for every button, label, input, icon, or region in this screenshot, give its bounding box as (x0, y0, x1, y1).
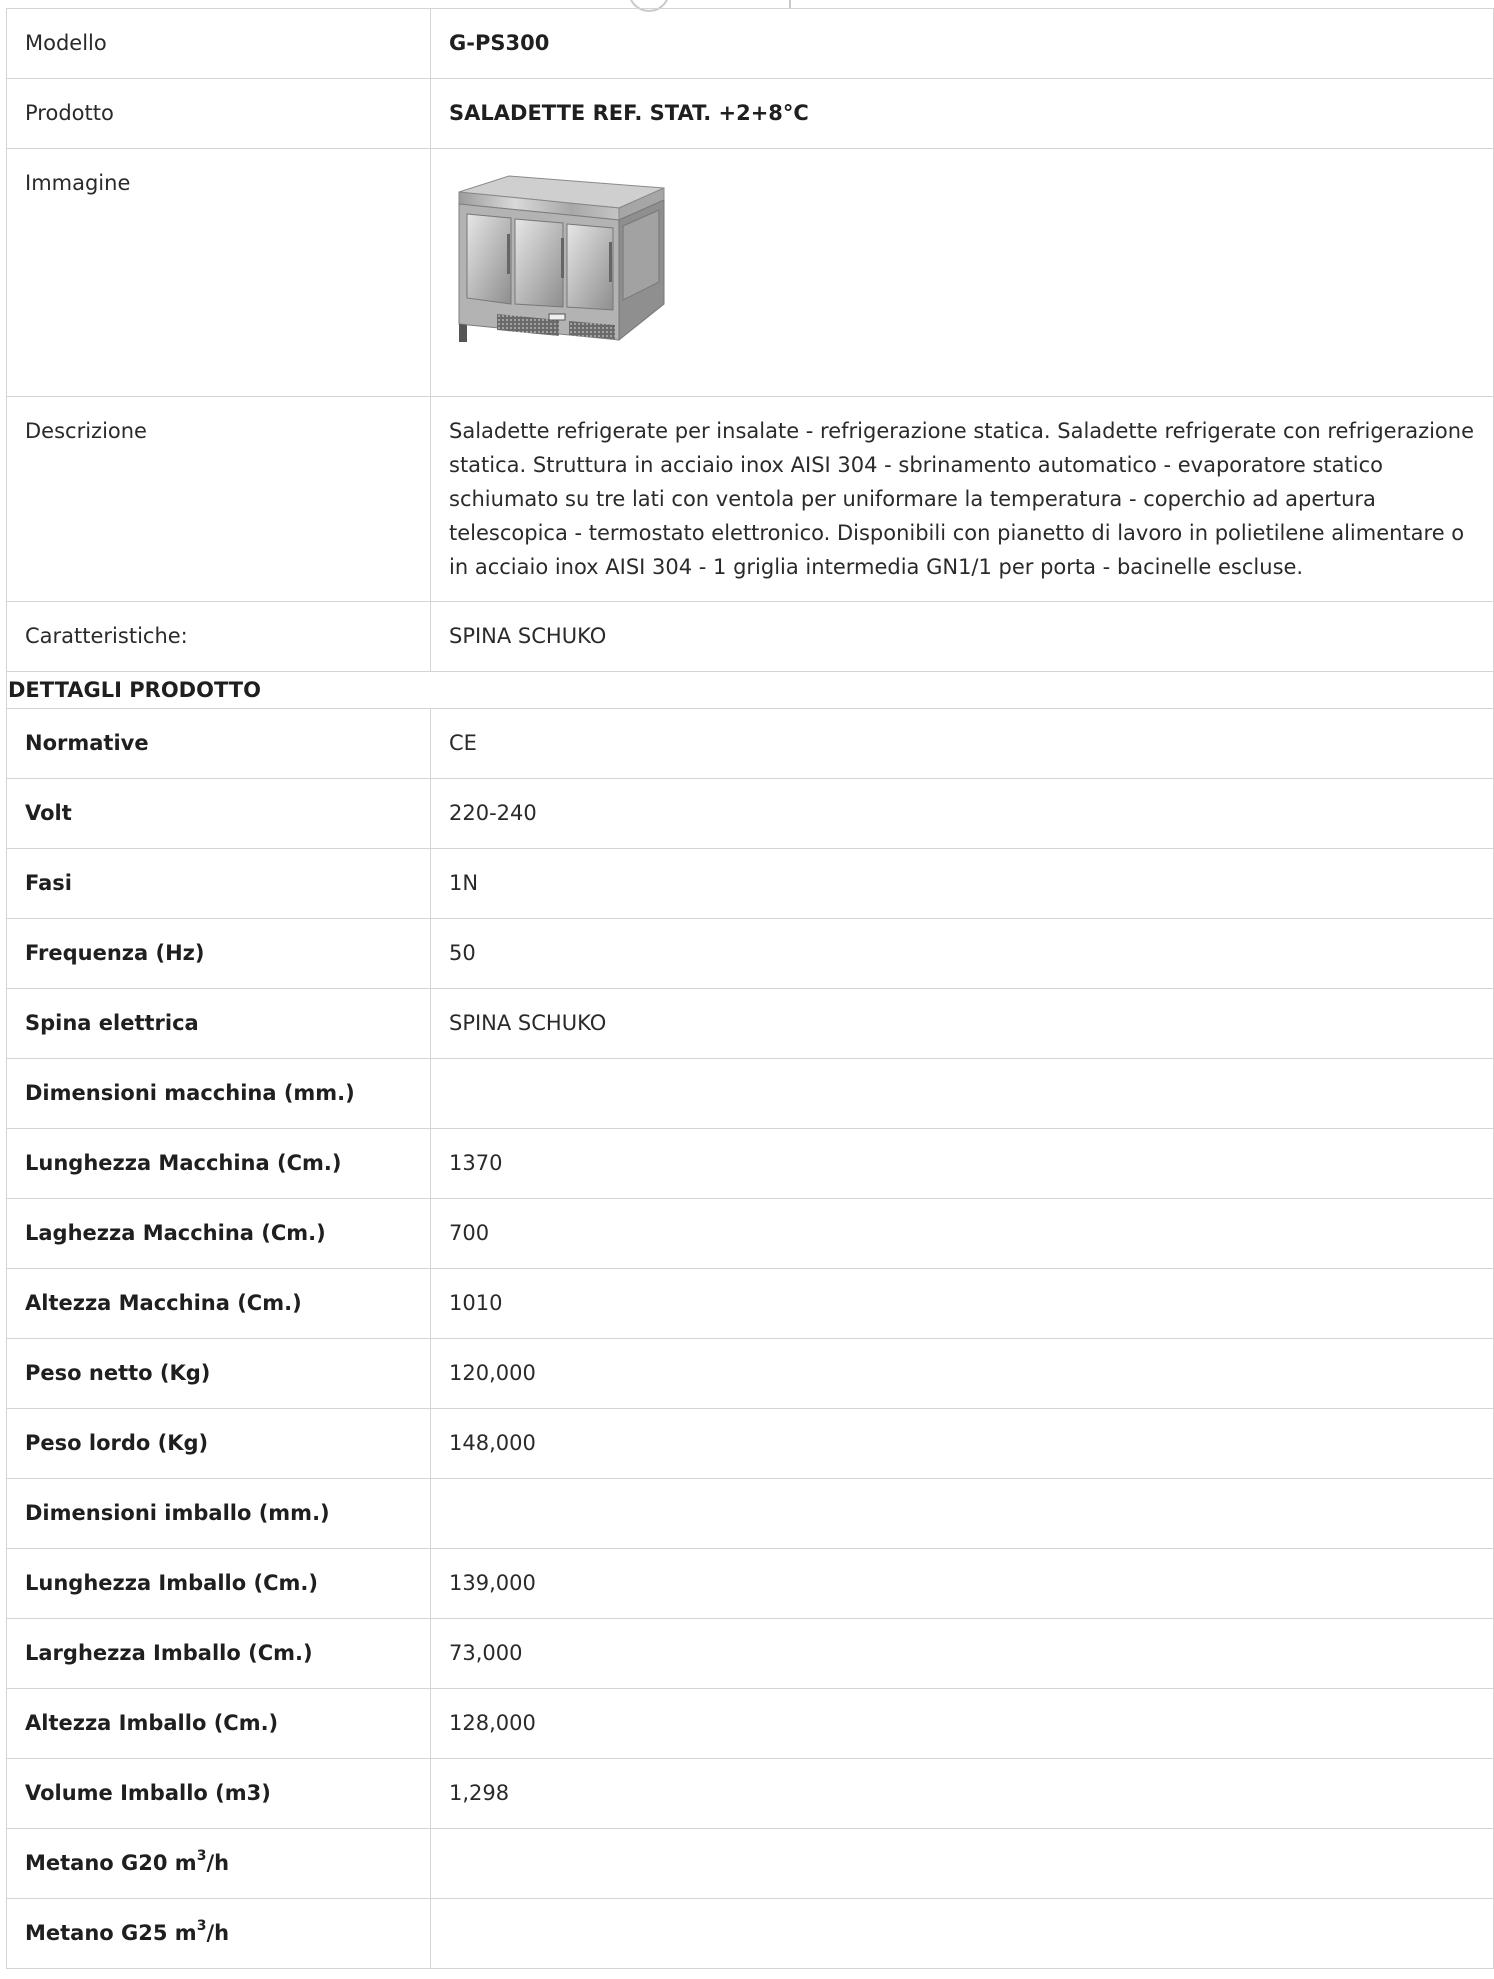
gas-value (430, 1898, 1494, 1969)
detail-label: Lunghezza Imballo (Cm.) (6, 1548, 431, 1619)
features-value: SPINA SCHUKO (430, 601, 1494, 672)
detail-label: Dimensioni imballo (mm.) (6, 1478, 431, 1549)
detail-label: Frequenza (Hz) (6, 918, 431, 989)
detail-value: 1010 (430, 1268, 1494, 1339)
detail-value: 700 (430, 1198, 1494, 1269)
product-value: SALADETTE REF. STAT. +2+8°C (430, 78, 1494, 149)
gas-value (430, 1828, 1494, 1899)
detail-label: Fasi (6, 848, 431, 919)
model-value: G-PS300 (430, 8, 1494, 79)
detail-value: 73,000 (430, 1618, 1494, 1689)
table-row: Peso lordo (Kg) 148,000 (6, 1408, 1494, 1479)
table-row: Altezza Imballo (Cm.) 128,000 (6, 1688, 1494, 1759)
detail-label: Peso lordo (Kg) (6, 1408, 431, 1479)
table-row: DETTAGLI PRODOTTO (6, 671, 1494, 709)
table-row: Normative CE (6, 708, 1494, 779)
image-label: Immagine (6, 148, 431, 397)
gas-label: Metano G25 m3/h (6, 1898, 431, 1969)
detail-value: 1370 (430, 1128, 1494, 1199)
detail-rows: Normative CE Volt 220-240 Fasi 1N Frequenza (H… (6, 708, 1494, 1969)
detail-value: CE (430, 708, 1494, 779)
section-title: DETTAGLI PRODOTTO (6, 671, 1494, 709)
detail-value (430, 1058, 1494, 1129)
detail-label: Spina elettrica (6, 988, 431, 1059)
image-cell (430, 148, 1494, 397)
table-row: Volt 220-240 (6, 778, 1494, 849)
detail-label: Peso netto (Kg) (6, 1338, 431, 1409)
detail-label: Laghezza Macchina (Cm.) (6, 1198, 431, 1269)
detail-value (430, 1478, 1494, 1549)
detail-value: SPINA SCHUKO (430, 988, 1494, 1059)
detail-value: 128,000 (430, 1688, 1494, 1759)
table-row: Metano G20 m3/h (6, 1828, 1494, 1899)
detail-value: 139,000 (430, 1548, 1494, 1619)
top-decoration (0, 0, 1494, 12)
description-label: Descrizione (6, 396, 431, 602)
table-row: Larghezza Imballo (Cm.) 73,000 (6, 1618, 1494, 1689)
divider (789, 0, 791, 8)
detail-label: Volume Imballo (m3) (6, 1758, 431, 1829)
gas-label-sup: 3 (196, 1918, 207, 1934)
table-row: Peso netto (Kg) 120,000 (6, 1338, 1494, 1409)
detail-value: 148,000 (430, 1408, 1494, 1479)
features-label: Caratteristiche: (6, 601, 431, 672)
detail-label: Lunghezza Macchina (Cm.) (6, 1128, 431, 1199)
gas-label-sup: 3 (196, 1848, 207, 1864)
detail-label: Dimensioni macchina (mm.) (6, 1058, 431, 1129)
gas-label-prefix: Metano G25 m (25, 1921, 197, 1945)
product-spec-table: Modello G-PS300 Prodotto SALADETTE REF. … (6, 8, 1494, 1969)
detail-label: Larghezza Imballo (Cm.) (6, 1618, 431, 1689)
saladette-fridge-image (458, 175, 665, 342)
table-row: Modello G-PS300 (6, 8, 1494, 79)
description-value: Saladette refrigerate per insalate - ref… (430, 396, 1494, 602)
table-row: Volume Imballo (m3) 1,298 (6, 1758, 1494, 1829)
detail-value: 50 (430, 918, 1494, 989)
detail-label: Altezza Imballo (Cm.) (6, 1688, 431, 1759)
table-row: Altezza Macchina (Cm.) 1010 (6, 1268, 1494, 1339)
model-label: Modello (6, 8, 431, 79)
table-row: Fasi 1N (6, 848, 1494, 919)
table-row: Caratteristiche: SPINA SCHUKO (6, 601, 1494, 672)
gas-label-suffix: /h (206, 1851, 230, 1875)
table-row: Laghezza Macchina (Cm.) 700 (6, 1198, 1494, 1269)
table-row: Lunghezza Macchina (Cm.) 1370 (6, 1128, 1494, 1199)
table-row: Spina elettrica SPINA SCHUKO (6, 988, 1494, 1059)
detail-value: 1N (430, 848, 1494, 919)
detail-label: Altezza Macchina (Cm.) (6, 1268, 431, 1339)
table-row: Dimensioni imballo (mm.) (6, 1478, 1494, 1549)
table-row: Immagine (6, 148, 1494, 397)
product-label: Prodotto (6, 78, 431, 149)
gas-label-suffix: /h (206, 1921, 230, 1945)
gas-label-prefix: Metano G20 m (25, 1851, 197, 1875)
detail-label: Normative (6, 708, 431, 779)
detail-label: Volt (6, 778, 431, 849)
table-row: Prodotto SALADETTE REF. STAT. +2+8°C (6, 78, 1494, 149)
detail-value: 220-240 (430, 778, 1494, 849)
gas-label: Metano G20 m3/h (6, 1828, 431, 1899)
table-row: Metano G25 m3/h (6, 1898, 1494, 1969)
table-row: Dimensioni macchina (mm.) (6, 1058, 1494, 1129)
detail-value: 120,000 (430, 1338, 1494, 1409)
detail-value: 1,298 (430, 1758, 1494, 1829)
table-row: Lunghezza Imballo (Cm.) 139,000 (6, 1548, 1494, 1619)
table-row: Descrizione Saladette refrigerate per in… (6, 396, 1494, 602)
table-row: Frequenza (Hz) 50 (6, 918, 1494, 989)
